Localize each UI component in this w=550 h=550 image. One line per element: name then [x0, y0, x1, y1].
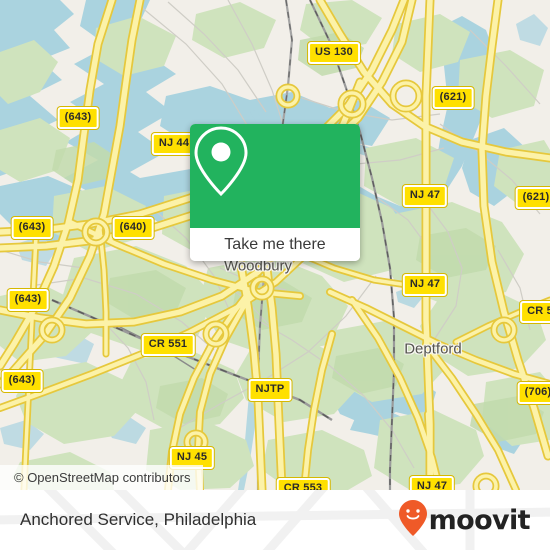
route-shield: (643) — [57, 107, 99, 129]
location-popup-card[interactable]: Take me there — [190, 124, 360, 261]
route-shield: (640) — [112, 217, 154, 239]
route-shield: (706) — [517, 382, 550, 404]
route-shield: US 130 — [308, 42, 360, 64]
screenshot-root: Woodbury Deptford US 130 (621) (643) NJ … — [0, 0, 550, 550]
route-shield: CR 5 — [520, 301, 550, 323]
place-label: Deptford — [404, 340, 462, 358]
popup-header — [190, 124, 360, 228]
moovit-pin-icon — [398, 499, 428, 542]
route-shield: (621) — [515, 187, 550, 209]
take-me-there-button[interactable]: Take me there — [190, 228, 360, 261]
route-shield: (643) — [1, 370, 43, 392]
map-canvas[interactable]: Woodbury Deptford US 130 (621) (643) NJ … — [0, 0, 550, 490]
route-shield: (643) — [7, 289, 49, 311]
route-shield: CR 553 — [276, 478, 330, 490]
route-shield: NJ 47 — [402, 185, 448, 207]
osm-attribution: © OpenStreetMap contributors — [0, 465, 203, 490]
footer-location-title: Anchored Service, Philadelphia — [20, 510, 257, 529]
footer-bar: Anchored Service, Philadelphia moovit — [0, 490, 550, 550]
moovit-wordmark: moovit — [428, 504, 531, 536]
route-shield: (643) — [11, 217, 53, 239]
route-shield: NJ 47 — [409, 476, 455, 490]
route-shield: NJTP — [248, 379, 292, 401]
moovit-logo[interactable]: moovit — [398, 499, 531, 542]
route-shield: NJ 47 — [402, 274, 448, 296]
route-shield: CR 551 — [141, 334, 195, 356]
route-shield: (621) — [432, 87, 474, 109]
